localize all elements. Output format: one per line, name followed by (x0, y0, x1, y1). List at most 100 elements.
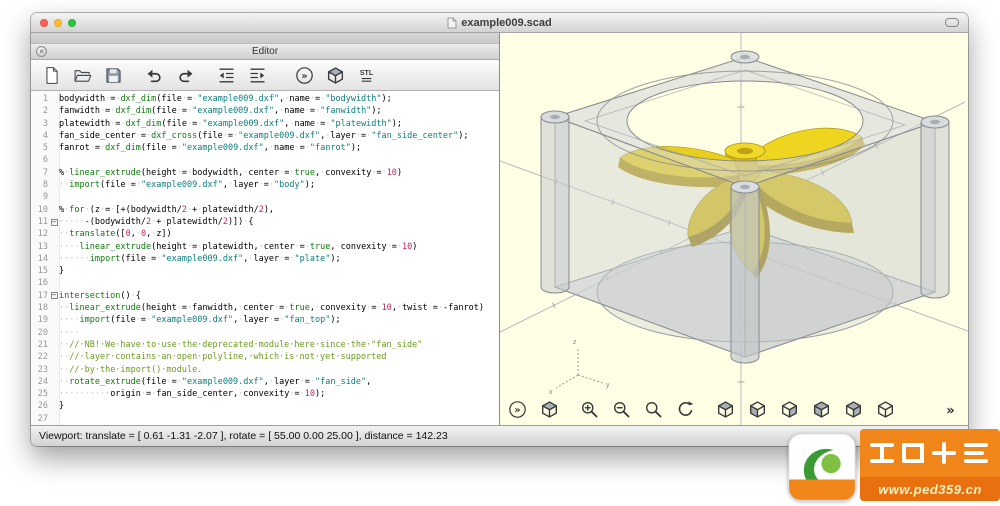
view-left-button[interactable] (809, 397, 834, 422)
code-text: ··linear_extrude(height·=·fanwidth,·cent… (59, 302, 484, 314)
code-line[interactable]: 9 (31, 191, 499, 203)
code-line[interactable]: 24··rotate_extrude(file·=·"example009.dx… (31, 376, 499, 388)
code-line[interactable]: 27 (31, 413, 499, 425)
fold-marker[interactable]: − (49, 290, 59, 302)
view-front-button[interactable] (745, 397, 770, 422)
view-bottom-button[interactable] (873, 397, 898, 422)
svg-text:»: » (301, 70, 307, 81)
fold-marker[interactable]: − (49, 216, 59, 228)
code-text: ··//·by·the·import()·module. (59, 364, 202, 376)
line-number: 25 (31, 388, 49, 400)
line-number: 14 (31, 253, 49, 265)
editor-titlebar[interactable]: × Editor (31, 44, 499, 60)
editor-close-button[interactable]: × (36, 46, 47, 57)
watermark-logo (788, 433, 856, 501)
line-number: 18 (31, 302, 49, 314)
line-number: 26 (31, 400, 49, 412)
watermark: www.ped359.cn (788, 425, 1000, 501)
code-text: fanwidth·=·dxf_dim(file·=·"example009.dx… (59, 105, 382, 117)
preview-button[interactable] (323, 63, 347, 87)
fold-gutter (49, 364, 59, 376)
code-editor[interactable]: 1bodywidth·=·dxf_dim(file·=·"example009.… (31, 91, 499, 425)
code-text: platewidth·=·dxf_dim(file·=·"example009.… (59, 118, 402, 130)
save-file-button[interactable] (101, 63, 125, 87)
fold-gutter (49, 302, 59, 314)
reset-view-button[interactable] (673, 397, 698, 422)
code-line[interactable]: 17−intersection()·{ (31, 290, 499, 302)
zoom-all-button[interactable] (641, 397, 666, 422)
line-number: 8 (31, 179, 49, 191)
code-text: } (59, 265, 64, 277)
code-line[interactable]: 4fan_side_center·=·dxf_cross(file·=·"exa… (31, 130, 499, 142)
code-line[interactable]: 20···· (31, 327, 499, 339)
code-line[interactable]: 26} (31, 400, 499, 412)
code-text: fan_side_center·=·dxf_cross(file·=·"exam… (59, 130, 469, 142)
preview-button[interactable] (537, 397, 562, 422)
line-number: 22 (31, 351, 49, 363)
redo-button[interactable] (173, 63, 197, 87)
code-line[interactable]: 18 ··linear_extrude(height·=·fanwidth,·ce… (31, 302, 499, 314)
3d-scene[interactable]: z x y (500, 33, 968, 425)
code-line[interactable]: 6 (31, 154, 499, 166)
code-line[interactable]: 3platewidth·=·dxf_dim(file·=·"example009… (31, 118, 499, 130)
code-text: } (59, 400, 64, 412)
fold-gutter (49, 400, 59, 412)
code-line[interactable]: 5fanrot·=·dxf_dim(file·=·"example009.dxf… (31, 142, 499, 154)
code-line[interactable]: 23··//·by·the·import()·module. (31, 364, 499, 376)
code-line[interactable]: 7%·linear_extrude(height·=·bodywidth,·ce… (31, 167, 499, 179)
code-text: ·····-(bodywidth/2·+·platewidth/2)])·{ (59, 216, 254, 228)
origin-axes-indicator (556, 347, 603, 388)
editor-panel: × Editor » STL 1bodywidth·=·dxf_dim(file·… (31, 33, 500, 425)
zoom-out-button[interactable] (609, 397, 634, 422)
line-number: 11 (31, 216, 49, 228)
zoom-in-button[interactable] (577, 397, 602, 422)
new-file-button[interactable] (39, 63, 63, 87)
code-line[interactable]: 22··//·layer·contains·an·open·polyline,·… (31, 351, 499, 363)
code-line[interactable]: 1bodywidth·=·dxf_dim(file·=·"example009.… (31, 93, 499, 105)
watermark-panel: www.ped359.cn (860, 429, 1000, 501)
render-button[interactable]: » (292, 63, 316, 87)
view-top-button[interactable] (713, 397, 738, 422)
code-line[interactable]: 12··translate([0,·0,·z]) (31, 228, 499, 240)
indent-button[interactable] (245, 63, 269, 87)
code-line[interactable]: 15} (31, 265, 499, 277)
open-file-button[interactable] (70, 63, 94, 87)
fold-gutter (49, 93, 59, 105)
render-button[interactable]: » (505, 397, 530, 422)
app-window: example009.scad × Editor » STL 1bodywidth… (31, 13, 968, 446)
code-line[interactable]: 8··import(file·=·"example009.dxf",·layer… (31, 179, 499, 191)
code-text: fanrot·=·dxf_dim(file·=·"example009.dxf"… (59, 142, 361, 154)
svg-text:STL: STL (359, 70, 373, 77)
watermark-url: www.ped359.cn (860, 477, 1000, 501)
code-line[interactable]: 10%·for·(z·=·[+(bodywidth/2·+·platewidth… (31, 204, 499, 216)
view-back-button[interactable] (841, 397, 866, 422)
fold-gutter (49, 228, 59, 240)
window-titlebar[interactable]: example009.scad (31, 13, 968, 33)
toolbar-toggle-icon[interactable] (945, 18, 959, 27)
editor-toolbar: » STL (31, 60, 499, 91)
code-line[interactable]: 2fanwidth·=·dxf_dim(file·=·"example009.d… (31, 105, 499, 117)
code-line[interactable]: 14······import(file·=·"example009.dxf",·… (31, 253, 499, 265)
view-right-button[interactable] (777, 397, 802, 422)
code-line[interactable]: 19····import(file·=·"example009.dxf",·la… (31, 314, 499, 326)
fold-gutter (49, 413, 59, 425)
code-line[interactable]: 21··//·NB!·We·have·to·use·the·deprecated… (31, 339, 499, 351)
export-stl-button[interactable]: STL (354, 63, 378, 87)
viewport-3d[interactable]: z x y » » (500, 33, 968, 425)
fold-gutter (49, 327, 59, 339)
code-line[interactable]: 16 (31, 277, 499, 289)
origin-axis-label-z: z (573, 339, 577, 346)
more-tools-button[interactable]: » (938, 397, 963, 422)
code-line[interactable]: 13····linear_extrude(height·=·platewidth… (31, 241, 499, 253)
code-text: ··rotate_extrude(file·=·"example009.dxf"… (59, 376, 371, 388)
fold-gutter (49, 154, 59, 166)
line-number: 16 (31, 277, 49, 289)
code-text: %·linear_extrude(height·=·bodywidth,·cen… (59, 167, 402, 179)
code-line[interactable]: 11−·····-(bodywidth/2·+·platewidth/2)])·… (31, 216, 499, 228)
unindent-button[interactable] (214, 63, 238, 87)
line-number: 1 (31, 93, 49, 105)
line-number: 20 (31, 327, 49, 339)
undo-button[interactable] (142, 63, 166, 87)
fold-gutter (49, 351, 59, 363)
code-line[interactable]: 25··········origin·=·fan_side_center,·co… (31, 388, 499, 400)
